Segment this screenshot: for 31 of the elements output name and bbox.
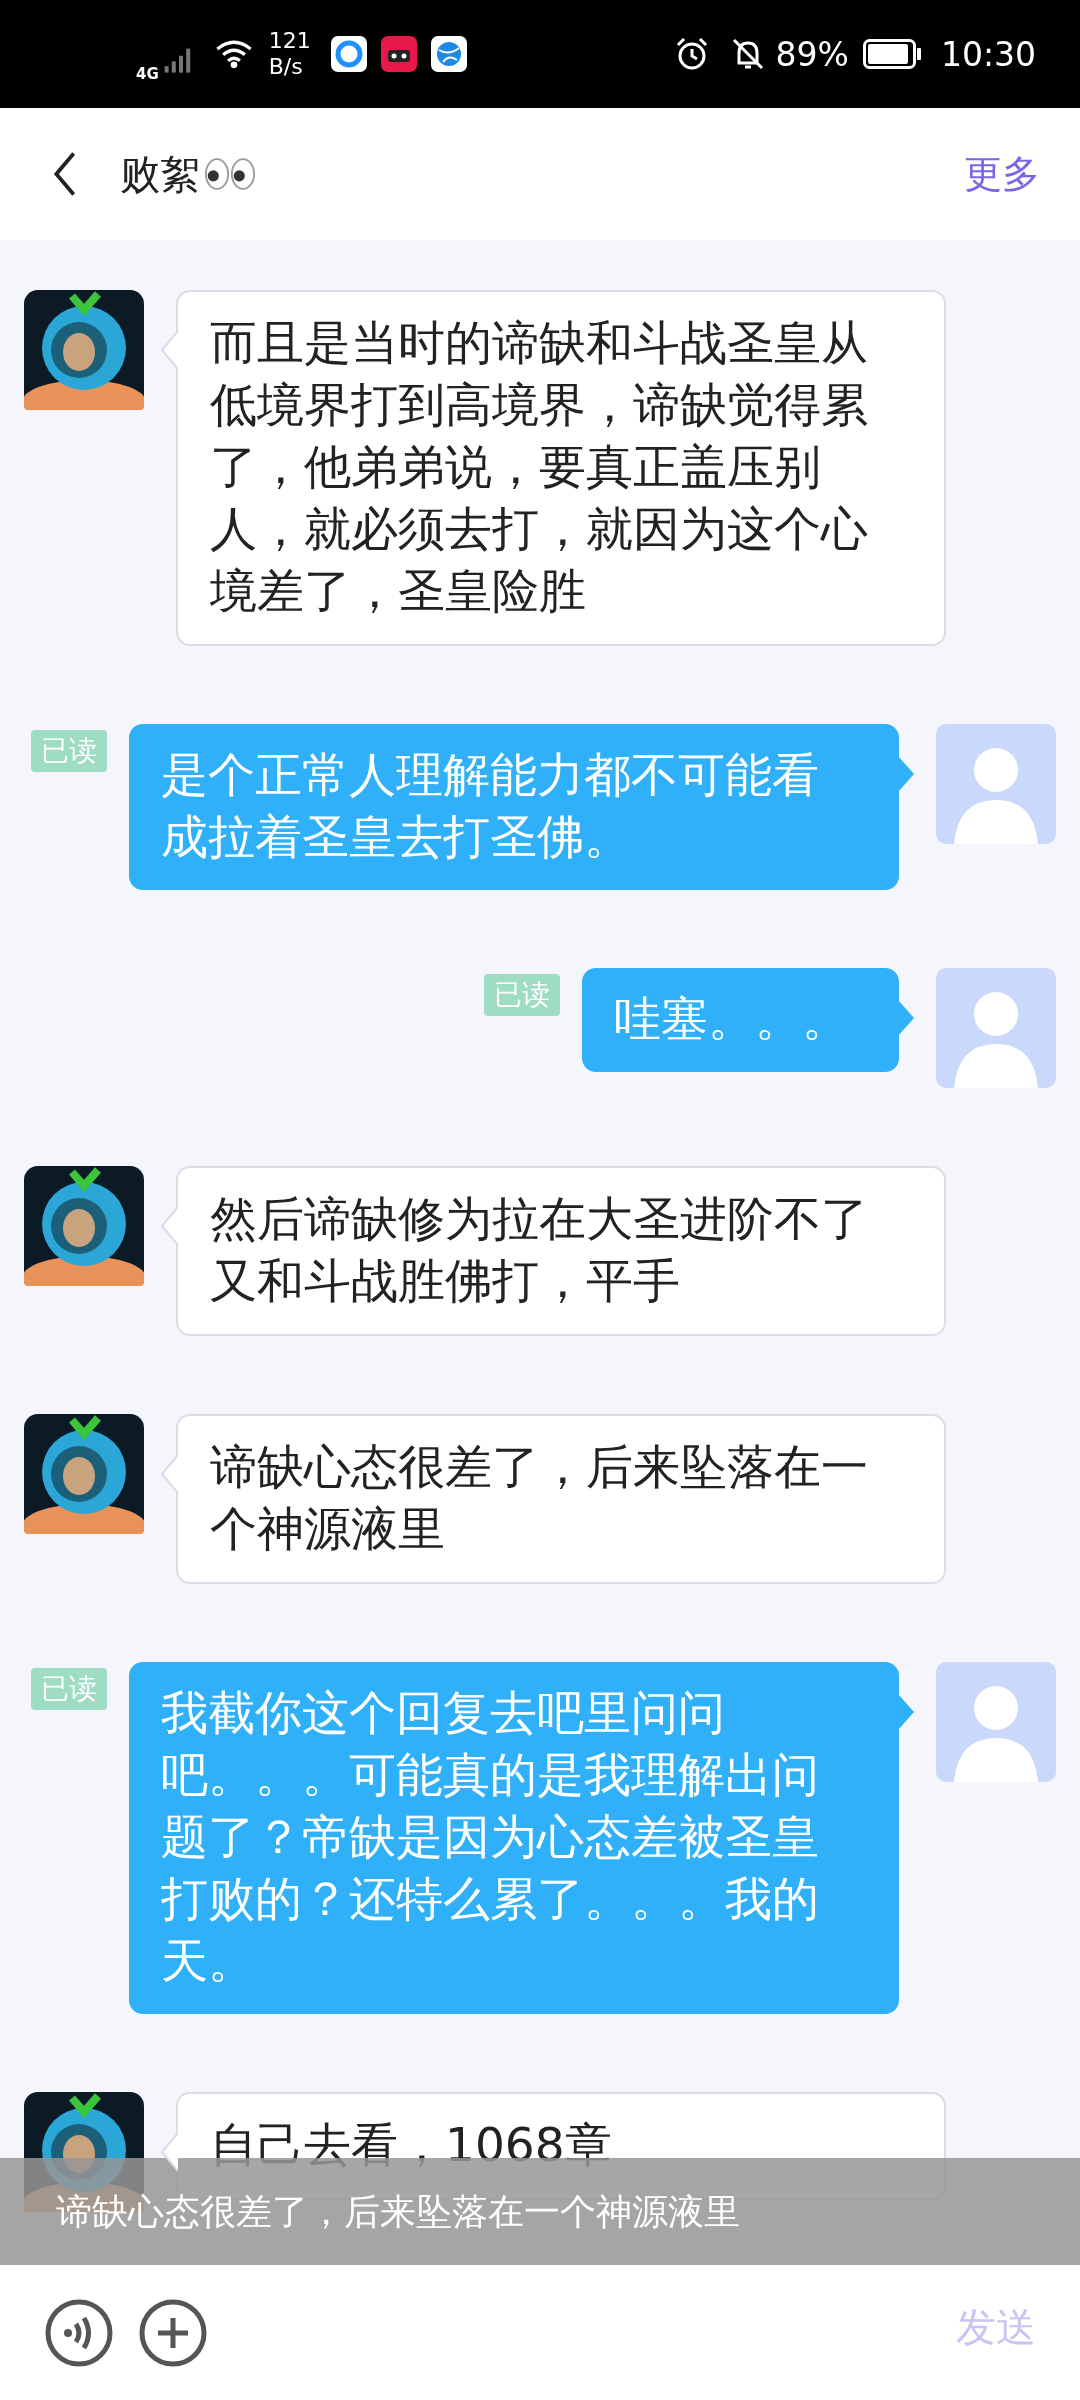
clock-time: 10:30 xyxy=(940,34,1036,74)
bubble-tail xyxy=(898,1000,914,1036)
read-tag: 已读 xyxy=(31,1668,107,1710)
chat-title: 败絮 xyxy=(120,149,200,199)
back-icon[interactable] xyxy=(52,150,78,198)
battery-icon xyxy=(862,39,923,69)
shopping-app-icon xyxy=(380,36,417,72)
speed-unit: B/s xyxy=(268,54,304,80)
globe-app-icon xyxy=(430,36,467,72)
message-bubble: 而且是当时的谛缺和斗战圣皇从低境界打到高境界，谛缺觉得累了，他弟弟说，要真正盖压别人，就必须去打，就因为这个心境差了，圣皇险胜 xyxy=(176,290,946,646)
bubble-tail xyxy=(898,1694,914,1730)
message-bubble: 然后谛缺修为拉在大圣进阶不了又和斗战胜佛打，平手 xyxy=(176,1166,946,1336)
message-bubble: 是个正常人理解能力都不可能看成拉着圣皇去打圣佛。 xyxy=(129,724,899,890)
battery-percent: 89% xyxy=(775,34,849,74)
message-bubble: 哇塞。。。 xyxy=(582,968,899,1072)
avatar-placeholder-icon xyxy=(936,724,1056,844)
wifi-icon xyxy=(214,39,253,69)
read-tag: 已读 xyxy=(484,974,560,1016)
avatar-placeholder-icon xyxy=(936,1662,1056,1782)
message-bubble: 我截你这个回复去吧里问问吧。。。可能真的是我理解出问题了？帝缺是因为心态差被圣皇打败的？还特么累了。。。我的天。 xyxy=(129,1662,899,2014)
more-link[interactable]: 更多 xyxy=(964,148,1040,200)
eyes-icon xyxy=(204,157,256,191)
message-bubble: 谛缺心态很差了，后来坠落在一个神源液里 xyxy=(176,1414,946,1584)
voice-icon[interactable] xyxy=(44,2297,114,2368)
read-tag: 已读 xyxy=(31,730,107,772)
speed-value: 121 xyxy=(268,28,311,54)
browser-app-icon xyxy=(330,36,367,72)
add-icon[interactable] xyxy=(138,2297,208,2368)
bubble-tail xyxy=(898,756,914,792)
avatar-placeholder-icon xyxy=(936,968,1056,1088)
network-label: 4G xyxy=(136,65,159,83)
